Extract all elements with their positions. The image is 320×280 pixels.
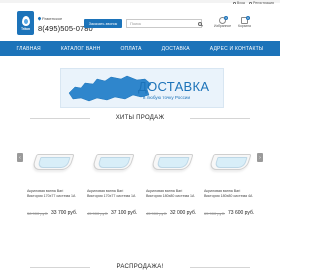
nav-item-payment[interactable]: ОПЛАТА — [110, 46, 151, 52]
favorites-label: Избранное — [214, 24, 232, 28]
nav-item-contacts[interactable]: АДРЕС И КОНТАКТЫ — [200, 46, 274, 52]
cart-icon: 0 — [240, 16, 250, 24]
product-old-price: 65 900 руб. — [204, 211, 225, 216]
product-name[interactable]: Акриловая ванна Вагі Виктория 180х80 сис… — [146, 189, 198, 199]
divider — [190, 118, 250, 119]
banner-title: ДОСТАВКА — [138, 79, 210, 94]
favorites-button[interactable]: 0 Избранное — [214, 16, 232, 28]
product-old-price: 45 900 руб. — [146, 211, 167, 216]
cart-count: 0 — [245, 16, 250, 20]
search-icon — [198, 21, 202, 26]
search-input[interactable]: Поиск — [126, 19, 202, 28]
product-old-price: 45 900 руб. — [87, 211, 108, 216]
search-button[interactable] — [196, 19, 204, 28]
location-selector[interactable]: Раменское — [37, 16, 63, 21]
location-label: Раменское — [42, 16, 63, 21]
delivery-banner[interactable]: ДОСТАВКА в любую точку России — [60, 68, 224, 108]
product-card[interactable]: Акриловая ванна Вагі Виктория 180х80 сис… — [204, 132, 256, 230]
product-name[interactable]: Акриловая ванна Вагі Виктория 180х80 сис… — [204, 189, 256, 199]
product-price: 33 700 руб. — [51, 210, 78, 216]
bathtub-image — [91, 154, 135, 170]
drop-icon — [21, 15, 30, 26]
product-price: 37 100 руб. — [111, 210, 138, 216]
banner-subtitle: в любую точку России — [143, 95, 191, 100]
carousel-next-button[interactable]: › — [257, 153, 263, 162]
nav-item-delivery[interactable]: ДОСТАВКА — [152, 46, 200, 52]
product-image[interactable] — [87, 138, 139, 186]
favorites-count: 0 — [224, 16, 229, 20]
bathtub-image — [31, 154, 75, 170]
product-image[interactable] — [204, 138, 256, 186]
nav-item-catalog[interactable]: КАТАЛОГ ВАНН — [51, 46, 111, 52]
product-image[interactable] — [146, 138, 198, 186]
nav-item-home[interactable]: ГЛАВНАЯ — [7, 46, 51, 52]
main-nav: ГЛАВНАЯ КАТАЛОГ ВАНН ОПЛАТА ДОСТАВКА АДР… — [0, 41, 280, 56]
heart-icon: 0 — [219, 16, 229, 24]
product-old-price: 38 900 руб. — [27, 211, 48, 216]
cart-label: Корзина — [238, 24, 251, 28]
callback-button[interactable]: Заказать звонок — [84, 19, 122, 28]
product-price: 73 600 руб. — [228, 210, 255, 216]
logo[interactable]: Tritoн — [17, 11, 34, 35]
search-placeholder: Поиск — [130, 21, 142, 26]
product-name[interactable]: Акриловая ванна Вагі Виктория 170х77 сис… — [87, 189, 139, 199]
bathtub-image — [150, 154, 194, 170]
carousel-prev-button[interactable]: ‹ — [17, 153, 23, 162]
divider — [190, 267, 250, 268]
product-card[interactable]: Акриловая ванна Вагі Виктория 170х77 сис… — [27, 132, 79, 230]
location-pin-icon — [37, 16, 42, 21]
bathtub-image — [208, 154, 252, 170]
product-card[interactable]: Акриловая ванна Вагі Виктория 180х80 сис… — [146, 132, 198, 230]
product-price: 32 000 руб. — [170, 210, 197, 216]
product-name[interactable]: Акриловая ванна Вагі Виктория 170х77 сис… — [27, 189, 79, 199]
logo-text: Tritoн — [21, 26, 30, 31]
product-image[interactable] — [27, 138, 79, 186]
cart-button[interactable]: 0 Корзина — [238, 16, 251, 28]
header: Tritoн Раменское 8(495)505-0780 Заказать… — [0, 4, 280, 38]
product-card[interactable]: Акриловая ванна Вагі Виктория 170х77 сис… — [87, 132, 139, 230]
